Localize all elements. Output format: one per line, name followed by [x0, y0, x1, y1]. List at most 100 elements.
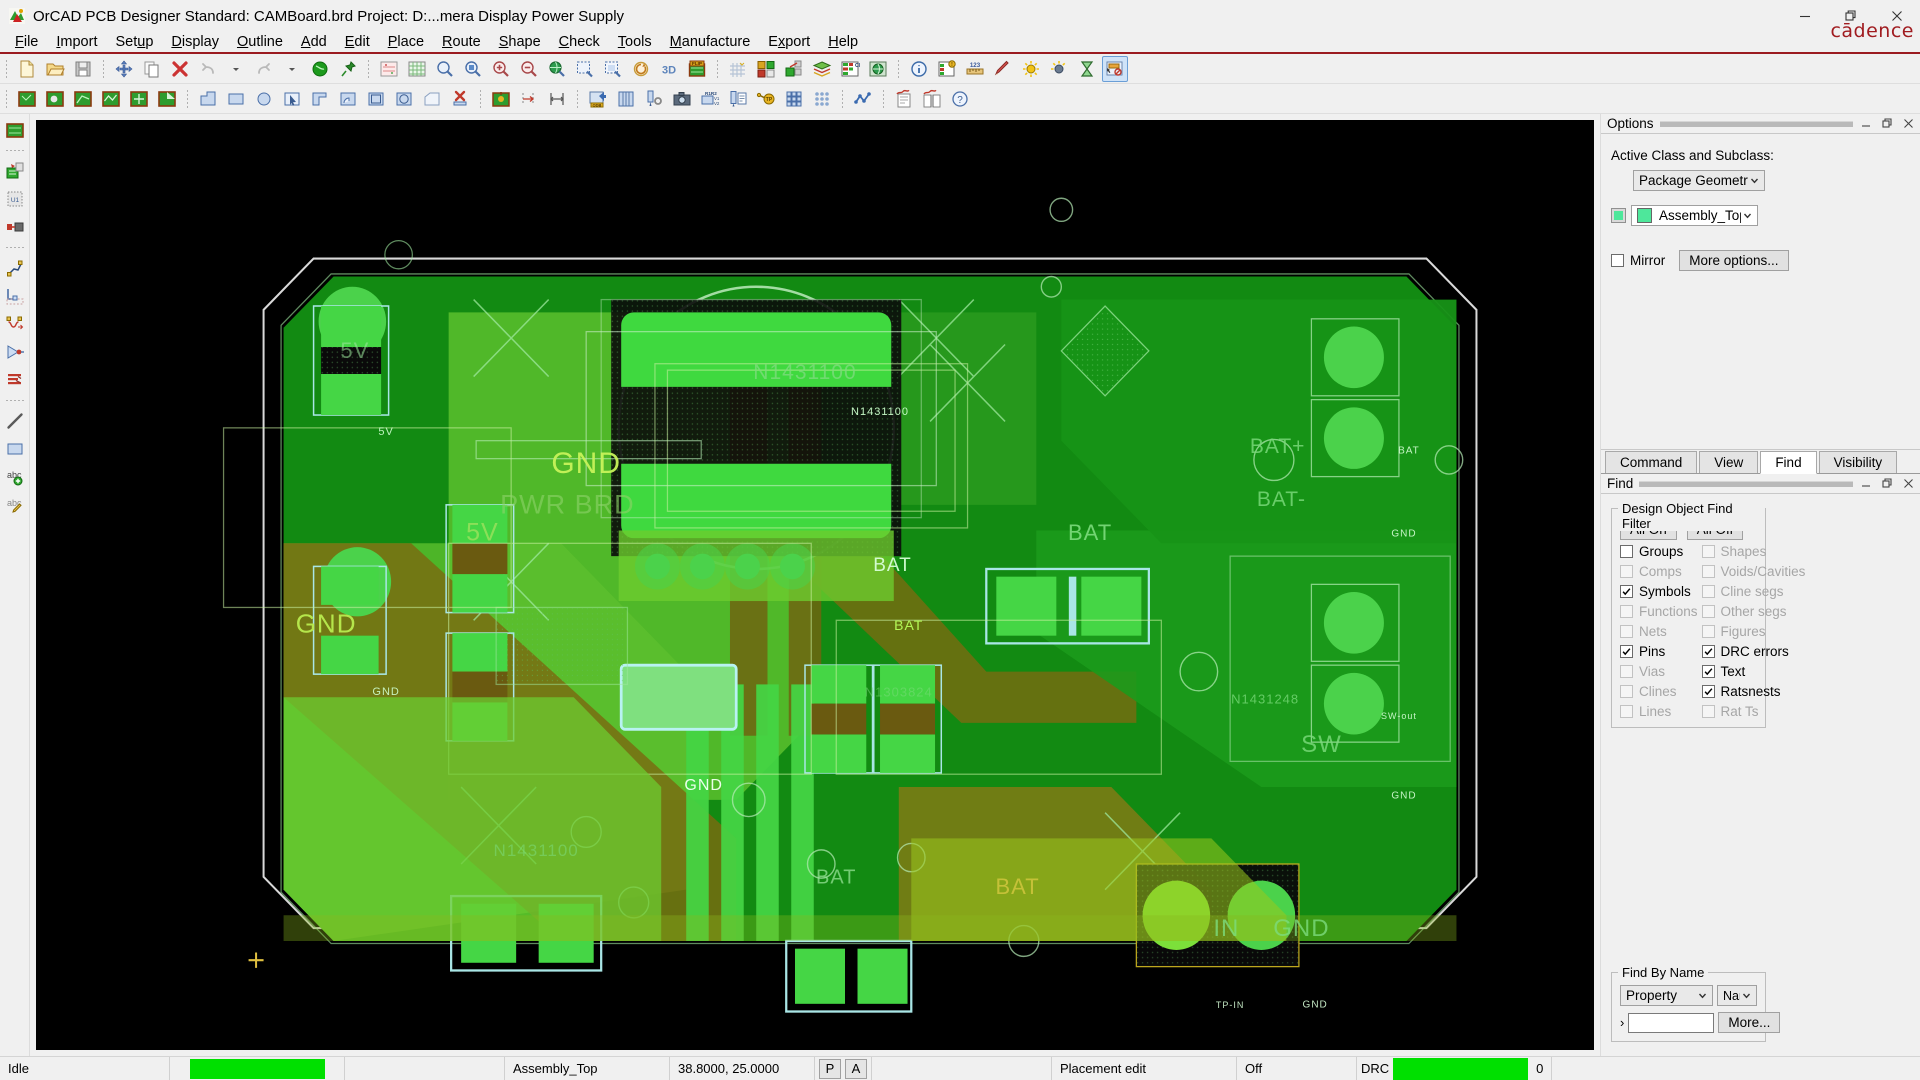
subclass-combobox[interactable]: Assembly_Top [1631, 205, 1758, 226]
report-icon[interactable]: ! [934, 56, 960, 82]
options-close-icon[interactable] [1901, 116, 1916, 131]
add-text-icon[interactable]: abc [2, 464, 28, 490]
shape-add-circle-icon[interactable] [42, 86, 68, 112]
add-line-icon[interactable] [2, 408, 28, 434]
menu-check[interactable]: Check [550, 33, 609, 51]
placement-edit-icon[interactable] [1102, 56, 1128, 82]
delete-segment-icon[interactable] [447, 86, 473, 112]
subclass-visibility-swatch[interactable] [1611, 208, 1626, 223]
status-a-button[interactable]: A [845, 1059, 867, 1079]
slide-icon[interactable] [2, 283, 28, 309]
shape-add-rect-icon[interactable] [14, 86, 40, 112]
menu-manufacture[interactable]: Manufacture [661, 33, 760, 51]
menu-file[interactable]: File [6, 33, 47, 51]
quickplace-icon[interactable] [781, 56, 807, 82]
global-view-icon[interactable] [865, 56, 891, 82]
minimize-button[interactable] [1782, 0, 1828, 32]
find-more-button[interactable]: More... [1718, 1012, 1780, 1033]
square-icon[interactable] [363, 86, 389, 112]
add-rectangle-icon[interactable] [2, 436, 28, 462]
rectangle-icon[interactable] [223, 86, 249, 112]
add-connect-icon[interactable] [2, 255, 28, 281]
active-class-combobox[interactable]: Package Geometry [1633, 170, 1765, 191]
nc-drill-icon[interactable] [641, 86, 667, 112]
zoom-selection-icon[interactable] [572, 56, 598, 82]
edit-text-icon[interactable]: abc [2, 492, 28, 518]
drill-legend-icon[interactable] [488, 86, 514, 112]
open-file-icon[interactable] [42, 56, 68, 82]
measure-icon[interactable]: 123 [962, 56, 988, 82]
menu-edit[interactable]: Edit [336, 33, 379, 51]
shape-delete-island-icon[interactable] [98, 86, 124, 112]
tab-find[interactable]: Find [1760, 451, 1816, 474]
groups-checkbox[interactable] [1620, 545, 1633, 558]
tab-visibility[interactable]: Visibility [1819, 451, 1898, 473]
artwork-film-icon[interactable] [613, 86, 639, 112]
pcb-canvas[interactable]: 5V5VGNDPWR BRD5VN1431100N1431100BATBATBA… [36, 120, 1594, 1050]
silkscreen-icon[interactable]: R1R2V1V2 [697, 86, 723, 112]
array-pattern-icon[interactable] [781, 86, 807, 112]
move-icon[interactable] [111, 56, 137, 82]
zoom-fit-icon[interactable] [432, 56, 458, 82]
help-circle-icon[interactable]: ? [947, 86, 973, 112]
menu-export[interactable]: Export [759, 33, 819, 51]
place-board-icon[interactable] [2, 117, 28, 143]
dehighlight-icon[interactable] [1046, 56, 1072, 82]
signal-analysis-icon[interactable] [850, 86, 876, 112]
grid-icon[interactable] [725, 56, 751, 82]
flip-design-icon[interactable]: FLIP [684, 56, 710, 82]
grid-array-icon[interactable] [809, 86, 835, 112]
menu-import[interactable]: Import [47, 33, 106, 51]
drc-errors-checkbox[interactable] [1702, 645, 1715, 658]
highlight-icon[interactable] [990, 56, 1016, 82]
shape-decompose-icon[interactable] [154, 86, 180, 112]
menu-help[interactable]: Help [819, 33, 867, 51]
pins-checkbox[interactable] [1620, 645, 1633, 658]
testpoint-icon[interactable]: TP [753, 86, 779, 112]
view-3d-icon[interactable]: 3D [656, 56, 682, 82]
select-arrow-icon[interactable] [279, 86, 305, 112]
zoom-in-icon[interactable] [488, 56, 514, 82]
place-manual-icon[interactable] [753, 56, 779, 82]
menu-shape[interactable]: Shape [490, 33, 550, 51]
layers-icon[interactable] [809, 56, 835, 82]
menu-place[interactable]: Place [379, 33, 433, 51]
new-file-icon[interactable] [14, 56, 40, 82]
shape-compose-icon[interactable] [126, 86, 152, 112]
line-orthogonal-icon[interactable] [195, 86, 221, 112]
photoplot-icon[interactable] [669, 86, 695, 112]
text-checkbox[interactable] [1702, 665, 1715, 678]
swap-component-icon[interactable] [2, 158, 28, 184]
find-minimize-icon[interactable] [1859, 476, 1874, 491]
pcb-artwork[interactable] [36, 120, 1594, 1050]
pin-icon[interactable] [335, 56, 361, 82]
zoom-out-icon[interactable] [516, 56, 542, 82]
show-element-icon[interactable] [906, 56, 932, 82]
find-name-input[interactable] [1628, 1013, 1714, 1033]
more-options-button[interactable]: More options... [1679, 250, 1788, 271]
tab-command[interactable]: Command [1605, 451, 1697, 473]
find-type-combobox[interactable]: Property [1620, 985, 1713, 1006]
circle-icon[interactable] [251, 86, 277, 112]
shape-edit-boundary-icon[interactable] [70, 86, 96, 112]
hourglass-icon[interactable] [1074, 56, 1100, 82]
find-panel-grip[interactable] [1639, 481, 1853, 487]
notes-icon[interactable] [891, 86, 917, 112]
arc-icon[interactable] [335, 86, 361, 112]
menu-setup[interactable]: Setup [106, 33, 162, 51]
ratsnests-checkbox[interactable] [1702, 685, 1715, 698]
menu-tools[interactable]: Tools [609, 33, 661, 51]
options-minimize-icon[interactable] [1859, 116, 1874, 131]
options-float-icon[interactable] [1880, 116, 1895, 131]
color-view-icon[interactable] [376, 56, 402, 82]
constraint-manager-icon[interactable]: CM [837, 56, 863, 82]
expand-arrow-icon[interactable]: › [1620, 1015, 1624, 1030]
status-p-button[interactable]: P [819, 1059, 841, 1079]
polygon-icon[interactable] [307, 86, 333, 112]
menu-display[interactable]: Display [162, 33, 228, 51]
copy-icon[interactable] [139, 56, 165, 82]
menu-add[interactable]: Add [292, 33, 336, 51]
symbol-u1-icon[interactable]: U1 [2, 186, 28, 212]
menu-outline[interactable]: Outline [228, 33, 292, 51]
tab-view[interactable]: View [1699, 451, 1758, 473]
